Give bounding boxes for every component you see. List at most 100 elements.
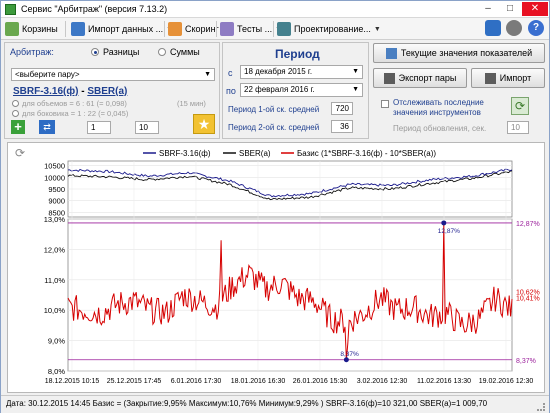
star-icon[interactable]: ★: [193, 114, 215, 134]
side-radio[interactable]: [12, 110, 19, 117]
import-data-button[interactable]: Импорт данных ... ▼: [71, 21, 173, 37]
leg2-link[interactable]: SBER(а): [87, 86, 127, 97]
import-label: Импорт: [499, 73, 532, 83]
basis-y-tick-label: 11,0%: [44, 276, 65, 285]
calendar-dropdown-icon: ▼: [352, 68, 359, 75]
design-label: Проектирование...: [294, 24, 371, 34]
calendar-dropdown-icon: ▼: [352, 86, 359, 93]
x-tick-label: 26.01.2016 15:30: [293, 378, 348, 385]
current-values-label: Текущие значения показателей: [400, 48, 533, 58]
ratio-left-field[interactable]: 1: [87, 121, 111, 134]
mode-sum-label: Суммы: [170, 47, 200, 57]
track-checkbox[interactable]: [381, 100, 389, 108]
arbitrage-panel: Арбитраж: Разницы Суммы <выберите пару> …: [4, 42, 220, 139]
ratio-left-value: 1: [91, 123, 96, 132]
to-date-field[interactable]: 22 февраля 2016 г. ▼: [240, 83, 363, 97]
add-icon[interactable]: +: [11, 120, 25, 134]
period-panel: Период с 18 декабря 2015 г. ▼ по 22 февр…: [222, 42, 369, 139]
track-label-2: значения инструментов: [393, 108, 481, 117]
right-value-label: 10,41%: [516, 296, 540, 303]
basket-icon: [5, 22, 19, 36]
baskets-button[interactable]: Корзины: [5, 21, 58, 37]
mode-diff-radio[interactable]: [91, 48, 99, 56]
ratio-right-value: 10: [139, 123, 148, 132]
basis-y-tick-label: 12,0%: [44, 245, 66, 254]
scoring-label: Скоринг: [185, 24, 219, 34]
x-tick-label: 25.12.2015 17:45: [107, 378, 162, 385]
title-bar: Сервис "Арбитраж" (версия 7.13.2) – □ ✕: [1, 1, 549, 18]
maximize-button[interactable]: □: [499, 2, 521, 16]
price-y-tick-label: 9500: [48, 185, 65, 194]
ma1-field[interactable]: 720: [331, 102, 353, 115]
from-label: с: [228, 68, 233, 78]
x-tick-label: 19.02.2016 12:30: [479, 378, 534, 385]
toolbar-separator: [216, 21, 217, 37]
tests-icon: [220, 22, 234, 36]
refresh-value: 10: [511, 123, 520, 132]
from-date-field[interactable]: 18 декабря 2015 г. ▼: [240, 65, 363, 79]
ratio-right-field[interactable]: 10: [135, 121, 159, 134]
refresh-icon[interactable]: ⟳: [511, 97, 529, 115]
basis-y-tick-label: 10,0%: [44, 306, 66, 315]
basis-y-axis: 13,0% 12,0% 11,0% 10,0% 9,0% 8,0%: [44, 215, 66, 376]
vol-text: для объемов = 6 : 61 (= 0,098): [22, 99, 127, 108]
to-date-value: 22 февраля 2016 г.: [244, 85, 315, 94]
mode-sum-radio[interactable]: [158, 48, 166, 56]
scoring-button[interactable]: Скоринг: [168, 21, 219, 37]
gear-icon[interactable]: [506, 20, 522, 36]
import-data-label: Импорт данных ...: [88, 24, 164, 34]
price-y-tick-label: 10000: [44, 173, 65, 182]
side-text: для боковика = 1 : 22 (= 0,045): [22, 109, 129, 118]
legend-sbrf: SBRF-3.16(ф): [159, 149, 211, 158]
max-value-label: 12,87%: [438, 228, 460, 235]
table-icon: [385, 47, 397, 59]
swap-icon[interactable]: ⇄: [39, 120, 55, 134]
arbitrage-label: Арбитраж:: [10, 47, 54, 57]
ma2-field[interactable]: 36: [331, 120, 353, 133]
right-value-label: 12,87%: [516, 221, 540, 228]
x-tick-label: 3.02.2016 12:30: [357, 378, 408, 385]
export-pair-button[interactable]: Экспорт пары: [373, 68, 467, 88]
price-y-tick-label: 9000: [48, 197, 65, 206]
chart-area: ⟳ SBRF-3.16(ф) SBER(а) Базис (1*SBRF-3.1…: [7, 142, 545, 393]
import-button[interactable]: Импорт: [471, 68, 545, 88]
refresh-label: Период обновления, сек.: [393, 124, 487, 133]
vol-radio[interactable]: [12, 100, 19, 107]
legend-sber: SBER(а): [239, 149, 271, 158]
ma1-label: Период 1-ой ск. средней: [228, 105, 320, 114]
toolbar-separator: [164, 21, 165, 37]
toolbar-separator: [273, 21, 274, 37]
help-icon[interactable]: ?: [528, 20, 544, 36]
ma2-value: 36: [340, 122, 349, 131]
status-bar: Дата: 30.12.2015 14:45 Базис = (Закрытие…: [1, 395, 549, 413]
period-title: Период: [275, 47, 320, 61]
right-value-label: 8,37%: [516, 358, 536, 365]
export-pair-label: Экспорт пары: [398, 73, 457, 83]
to-label: по: [226, 86, 236, 96]
pair-select[interactable]: <выберите пару> ▼: [11, 68, 215, 81]
mode-diff-label: Разницы: [103, 47, 140, 57]
basis-y-tick-label: 9,0%: [48, 337, 65, 346]
leg1-link[interactable]: SBRF-3.16(ф): [13, 86, 78, 97]
current-values-button[interactable]: Текущие значения показателей: [373, 43, 545, 63]
scoring-icon: [168, 22, 182, 36]
export-icon: [383, 72, 395, 84]
design-button[interactable]: Проектирование... ▼: [277, 21, 381, 37]
legend-basis: Базис (1*SBRF-3.16(ф) - 10*SBER(а)): [297, 149, 436, 158]
x-tick-label: 6.01.2016 17:30: [171, 378, 222, 385]
minimize-button[interactable]: –: [477, 2, 499, 16]
close-button[interactable]: ✕: [522, 2, 548, 16]
x-tick-label: 18.01.2016 16:30: [231, 378, 286, 385]
ma1-value: 720: [335, 104, 349, 113]
home-icon[interactable]: [485, 20, 501, 36]
window-title: Сервис "Арбитраж" (версия 7.13.2): [21, 4, 168, 14]
chart-refresh-icon[interactable]: ⟳: [13, 146, 27, 160]
resize-grip-icon[interactable]: [537, 403, 545, 411]
pair-select-value: <выберите пару>: [15, 70, 80, 79]
x-tick-label: 11.02.2016 13:30: [417, 378, 471, 385]
import-data-icon: [71, 22, 85, 36]
refresh-field[interactable]: 10: [507, 121, 529, 134]
max-marker: [441, 220, 447, 226]
import-icon: [484, 72, 496, 84]
ma2-label: Период 2-ой ск. средней: [228, 123, 320, 132]
